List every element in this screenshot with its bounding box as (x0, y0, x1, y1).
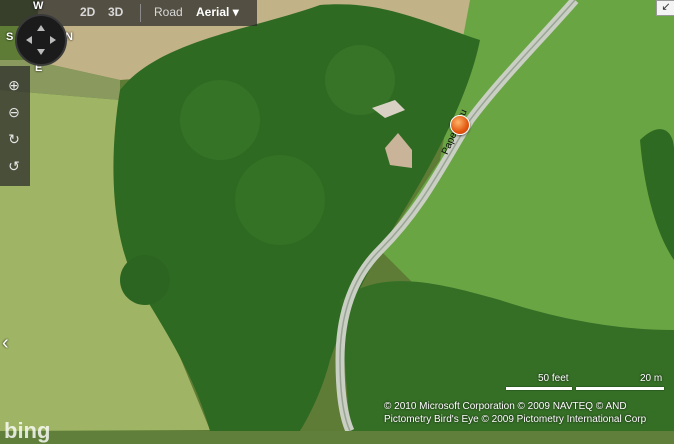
scale-feet-label: 50 feet (538, 373, 569, 384)
aerial-view-label: Aerial (196, 5, 230, 19)
view-2d-button[interactable]: 2D (80, 5, 95, 19)
location-pin-icon[interactable] (450, 115, 470, 135)
scale-bar-meters (576, 387, 664, 390)
compass-dial[interactable] (15, 14, 67, 66)
zoom-out-icon[interactable]: ⊖ (5, 103, 23, 121)
pan-arrows-icon (26, 25, 56, 55)
bing-logo: bing (4, 418, 51, 443)
copyright-line-1: © 2010 Microsoft Corporation © 2009 NAVT… (384, 401, 627, 412)
zoom-in-icon[interactable]: ⊕ (5, 76, 23, 94)
map-side-controls: ⊕ ⊖ ↻ ↺ (0, 66, 30, 186)
aerial-view-button[interactable]: Aerial ▾ (196, 5, 239, 19)
collapse-arrow-icon[interactable]: ↙ (656, 0, 674, 16)
aerial-map[interactable] (0, 0, 674, 431)
toolbar-divider (140, 4, 141, 22)
rotate-clockwise-icon[interactable]: ↻ (5, 130, 23, 148)
rotate-counterclockwise-icon[interactable]: ↺ (5, 157, 23, 175)
scale-bar-feet (506, 387, 572, 390)
view-3d-button[interactable]: 3D (108, 5, 123, 19)
scale-meters-label: 20 m (640, 373, 663, 384)
road-view-button[interactable]: Road (154, 5, 183, 19)
chevron-down-icon: ▾ (232, 5, 239, 19)
compass-north-label: W (33, 0, 44, 12)
compass-west-label: S (6, 31, 14, 43)
chevron-left-icon[interactable]: ‹ (2, 332, 9, 355)
copyright-line-2: Pictometry Bird's Eye © 2009 Pictometry … (384, 414, 647, 425)
